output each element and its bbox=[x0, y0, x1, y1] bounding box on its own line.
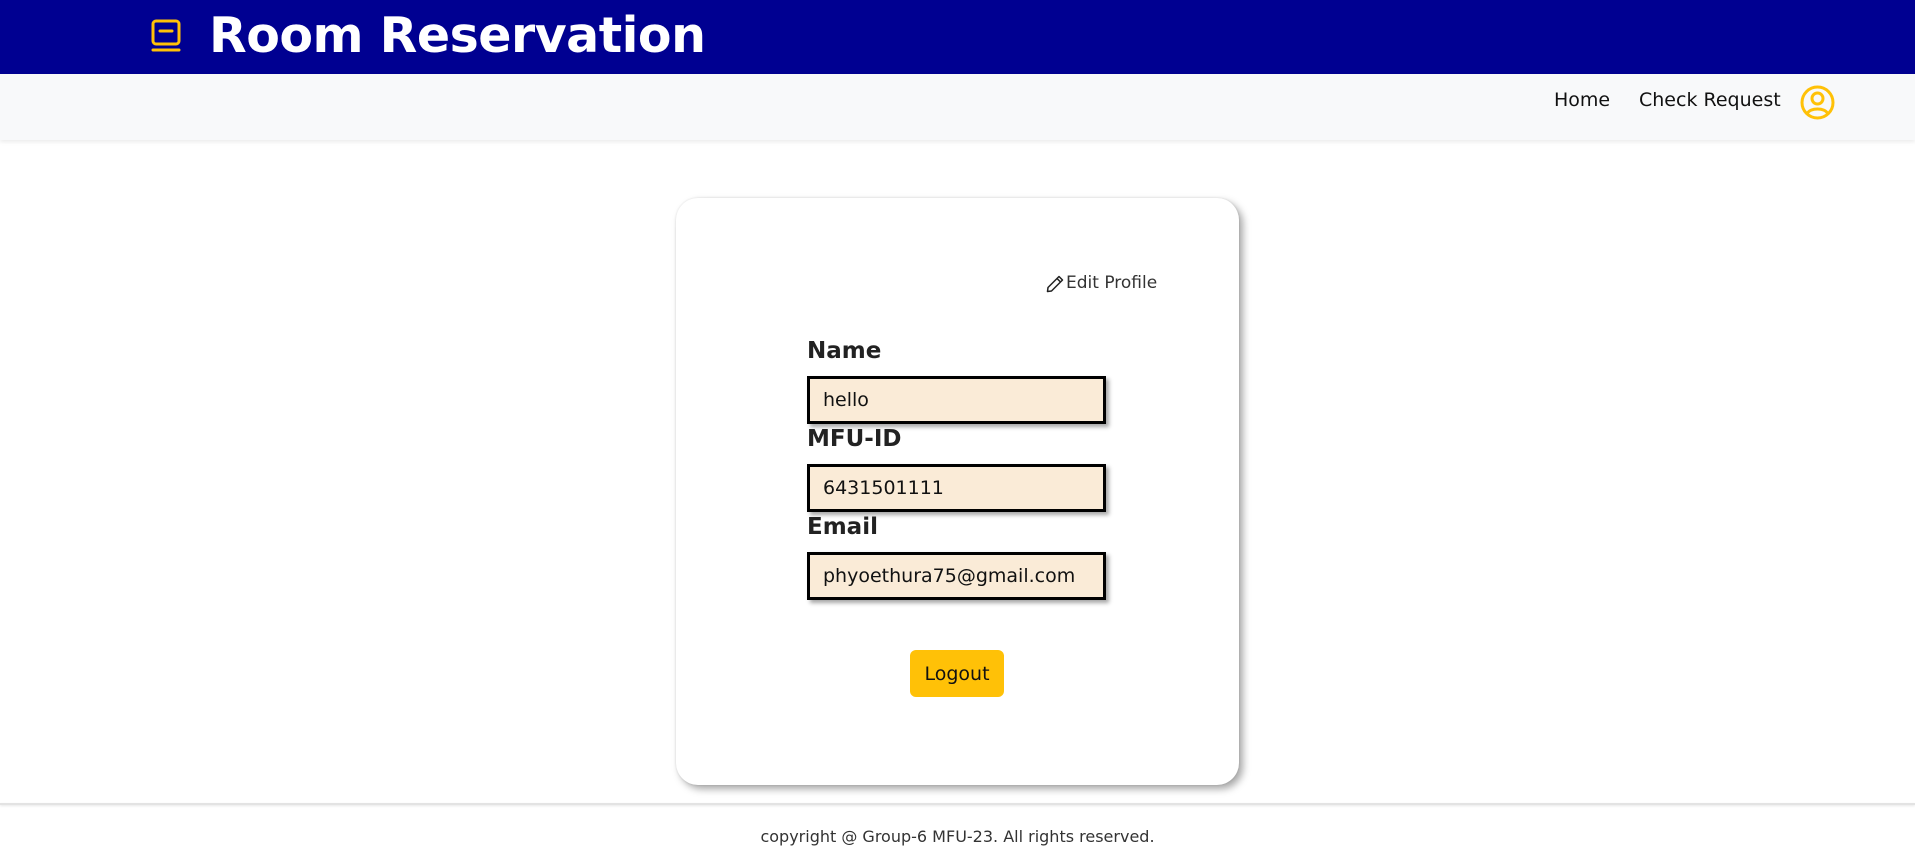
logout-button[interactable]: Logout bbox=[910, 650, 1004, 697]
edit-profile-label: Edit Profile bbox=[1066, 273, 1158, 293]
footer-copyright: copyright @ Group-6 MFU-23. All rights r… bbox=[760, 827, 1155, 846]
pencil-icon bbox=[1046, 275, 1064, 293]
edit-profile-button[interactable]: Edit Profile bbox=[1045, 272, 1157, 294]
name-field[interactable] bbox=[807, 376, 1106, 424]
mfu-id-field[interactable] bbox=[807, 464, 1106, 512]
top-header: Room Reservation bbox=[0, 0, 1915, 74]
nav-check-request-link[interactable]: Check Request bbox=[1639, 88, 1781, 112]
mfu-id-label: MFU-ID bbox=[807, 426, 902, 452]
email-field[interactable] bbox=[807, 552, 1106, 600]
footer-divider bbox=[0, 803, 1915, 805]
navbar bbox=[0, 74, 1915, 140]
email-label: Email bbox=[807, 514, 878, 540]
book-icon bbox=[151, 19, 181, 52]
user-circle-icon[interactable] bbox=[1800, 85, 1835, 120]
nav-home-link[interactable]: Home bbox=[1554, 88, 1610, 112]
page-title: Room Reservation bbox=[209, 7, 706, 64]
name-label: Name bbox=[807, 338, 882, 364]
